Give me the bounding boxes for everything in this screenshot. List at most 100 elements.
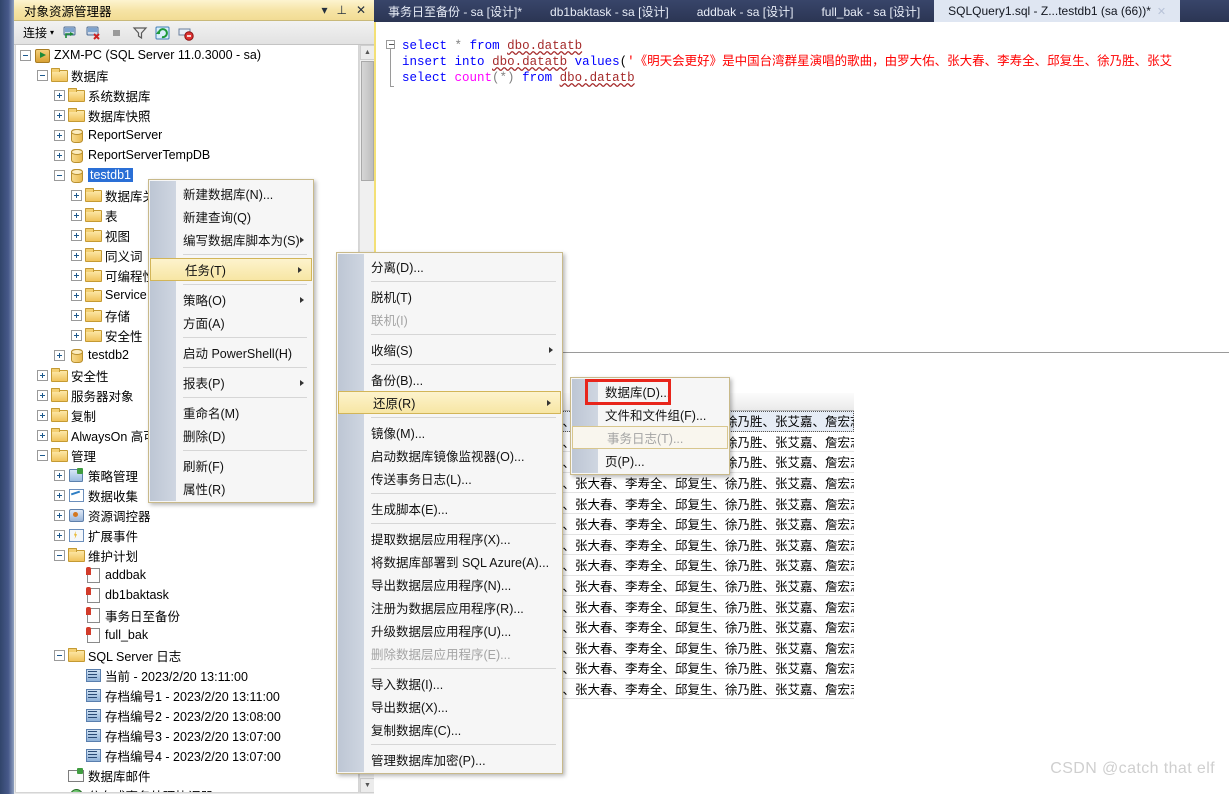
menu-item[interactable]: 复制数据库(C)... bbox=[337, 718, 562, 741]
menu-item[interactable]: 将数据库部署到 SQL Azure(A)... bbox=[337, 550, 562, 573]
menu-item[interactable]: 导出数据(X)... bbox=[337, 695, 562, 718]
menu-item[interactable]: 镜像(M)... bbox=[337, 421, 562, 444]
menu-item[interactable]: 传送事务日志(L)... bbox=[337, 467, 562, 490]
menu-item[interactable]: 还原(R) bbox=[338, 391, 561, 414]
tree-node[interactable]: 扩展事件 bbox=[16, 525, 358, 545]
expand-icon[interactable] bbox=[71, 329, 82, 341]
menu-item[interactable]: 导出数据层应用程序(N)... bbox=[337, 573, 562, 596]
tree-node[interactable]: 分布式事务处理协调器 bbox=[16, 785, 358, 792]
expand-icon[interactable] bbox=[71, 309, 82, 321]
expand-icon[interactable] bbox=[54, 509, 65, 521]
filter-icon[interactable] bbox=[131, 24, 149, 42]
menu-item[interactable]: 导入数据(I)... bbox=[337, 672, 562, 695]
scroll-down-arrow-icon[interactable]: ▼ bbox=[360, 778, 375, 793]
connect-object-explorer-icon[interactable] bbox=[62, 24, 80, 42]
menu-item[interactable]: 注册为数据层应用程序(R)... bbox=[337, 596, 562, 619]
expand-icon[interactable] bbox=[37, 429, 48, 441]
collapse-icon[interactable] bbox=[54, 649, 65, 661]
tree-node[interactable]: 维护计划 bbox=[16, 545, 358, 565]
menu-item[interactable]: 生成脚本(E)... bbox=[337, 497, 562, 520]
tree-node[interactable]: 系统数据库 bbox=[16, 85, 358, 105]
database-context-menu[interactable]: 新建数据库(N)... 新建查询(Q) 编写数据库脚本为(S) 任务(T) 策略(O) 方… bbox=[148, 179, 314, 503]
expand-icon[interactable] bbox=[54, 349, 65, 361]
tree-node[interactable]: db1baktask bbox=[16, 585, 358, 605]
menu-item[interactable]: 页(P)... bbox=[571, 449, 729, 472]
tree-node[interactable]: 数据库 bbox=[16, 65, 358, 85]
menu-item[interactable]: 备份(B)... bbox=[337, 368, 562, 391]
menu-item[interactable]: 收缩(S) bbox=[337, 338, 562, 361]
sql-code-block[interactable]: select * from dbo.datatb insert into dbo.… bbox=[376, 22, 1229, 86]
tree-node[interactable]: 资源调控器 bbox=[16, 505, 358, 525]
document-tab[interactable]: db1baktask - sa [设计] bbox=[536, 0, 683, 22]
tree-node[interactable]: addbak bbox=[16, 565, 358, 585]
menu-item[interactable]: 脱机(T) bbox=[337, 285, 562, 308]
tree-node[interactable]: 存档编号4 - 2023/2/20 13:07:00 bbox=[16, 745, 358, 765]
menu-item[interactable]: 编写数据库脚本为(S) bbox=[149, 228, 313, 251]
menu-item[interactable]: 属性(R) bbox=[149, 477, 313, 500]
close-icon[interactable]: ✕ bbox=[1157, 5, 1166, 18]
menu-item[interactable]: 删除(D) bbox=[149, 424, 313, 447]
collapse-icon[interactable] bbox=[37, 69, 48, 81]
tree-node[interactable]: ReportServerTempDB bbox=[16, 145, 358, 165]
tree-node[interactable]: ReportServer bbox=[16, 125, 358, 145]
menu-item[interactable]: 数据库(D)... bbox=[571, 380, 729, 403]
scrollbar-thumb[interactable] bbox=[361, 61, 374, 181]
task-submenu[interactable]: 分离(D)... 脱机(T) 联机(I) 收缩(S) 备份(B)... 还原(R) 镜像(M… bbox=[336, 252, 563, 774]
refresh-icon[interactable] bbox=[154, 24, 172, 42]
expand-icon[interactable] bbox=[71, 289, 82, 301]
menu-item[interactable]: 策略(O) bbox=[149, 288, 313, 311]
expand-icon[interactable] bbox=[71, 249, 82, 261]
expand-icon[interactable] bbox=[54, 149, 65, 161]
menu-item[interactable]: 分离(D)... bbox=[337, 255, 562, 278]
document-tabstrip[interactable]: 事务日至备份 - sa [设计]* db1baktask - sa [设计] add… bbox=[374, 0, 1229, 22]
menu-item[interactable]: 提取数据层应用程序(X)... bbox=[337, 527, 562, 550]
document-tab[interactable]: full_bak - sa [设计] bbox=[807, 0, 934, 22]
tree-node[interactable]: 数据库快照 bbox=[16, 105, 358, 125]
scroll-up-arrow-icon[interactable]: ▲ bbox=[360, 45, 375, 60]
expand-icon[interactable] bbox=[37, 389, 48, 401]
expand-icon[interactable] bbox=[37, 409, 48, 421]
menu-item[interactable]: 方面(A) bbox=[149, 311, 313, 334]
tree-node[interactable]: 当前 - 2023/2/20 13:11:00 bbox=[16, 665, 358, 685]
tree-node[interactable]: 事务日至备份 bbox=[16, 605, 358, 625]
collapse-icon[interactable] bbox=[54, 549, 65, 561]
tree-node[interactable]: 存档编号1 - 2023/2/20 13:11:00 bbox=[16, 685, 358, 705]
menu-item[interactable]: 重命名(M) bbox=[149, 401, 313, 424]
collapse-icon[interactable] bbox=[54, 169, 65, 181]
menu-item[interactable]: 刷新(F) bbox=[149, 454, 313, 477]
menu-item[interactable]: 启动数据库镜像监视器(O)... bbox=[337, 444, 562, 467]
menu-item[interactable]: 报表(P) bbox=[149, 371, 313, 394]
expand-icon[interactable] bbox=[54, 89, 65, 101]
menu-item[interactable]: 升级数据层应用程序(U)... bbox=[337, 619, 562, 642]
collapse-icon[interactable] bbox=[20, 49, 31, 61]
restore-submenu[interactable]: 数据库(D)... 文件和文件组(F)... 事务日志(T)... 页(P)... bbox=[570, 377, 730, 475]
tree-node[interactable]: ZXM-PC (SQL Server 11.0.3000 - sa) bbox=[16, 45, 358, 65]
chevron-down-icon[interactable]: ▾ bbox=[321, 4, 327, 16]
connect-button[interactable]: 连接 ▾ bbox=[20, 23, 57, 42]
disconnect-object-explorer-icon[interactable] bbox=[85, 24, 103, 42]
collapse-region-icon[interactable] bbox=[386, 40, 395, 49]
menu-item[interactable]: 管理数据库加密(P)... bbox=[337, 748, 562, 771]
close-icon[interactable]: ✕ bbox=[356, 4, 366, 16]
document-tab[interactable]: 事务日至备份 - sa [设计]* bbox=[374, 0, 536, 22]
remove-registration-icon[interactable] bbox=[177, 24, 195, 42]
pin-icon[interactable]: ⊥ bbox=[336, 4, 346, 16]
expand-icon[interactable] bbox=[71, 229, 82, 241]
menu-item[interactable]: 任务(T) bbox=[150, 258, 312, 281]
expand-icon[interactable] bbox=[71, 209, 82, 221]
menu-item[interactable]: 启动 PowerShell(H) bbox=[149, 341, 313, 364]
expand-icon[interactable] bbox=[71, 269, 82, 281]
expand-icon[interactable] bbox=[71, 189, 82, 201]
expand-icon[interactable] bbox=[54, 109, 65, 121]
expand-icon[interactable] bbox=[54, 529, 65, 541]
tree-node[interactable]: 数据库邮件 bbox=[16, 765, 358, 785]
expand-icon[interactable] bbox=[54, 489, 65, 501]
expand-icon[interactable] bbox=[37, 369, 48, 381]
tree-node[interactable]: SQL Server 日志 bbox=[16, 645, 358, 665]
collapse-icon[interactable] bbox=[37, 449, 48, 461]
tree-node[interactable]: 存档编号3 - 2023/2/20 13:07:00 bbox=[16, 725, 358, 745]
tree-node[interactable]: 存档编号2 - 2023/2/20 13:08:00 bbox=[16, 705, 358, 725]
menu-item[interactable]: 新建查询(Q) bbox=[149, 205, 313, 228]
menu-item[interactable]: 文件和文件组(F)... bbox=[571, 403, 729, 426]
menu-item[interactable]: 新建数据库(N)... bbox=[149, 182, 313, 205]
